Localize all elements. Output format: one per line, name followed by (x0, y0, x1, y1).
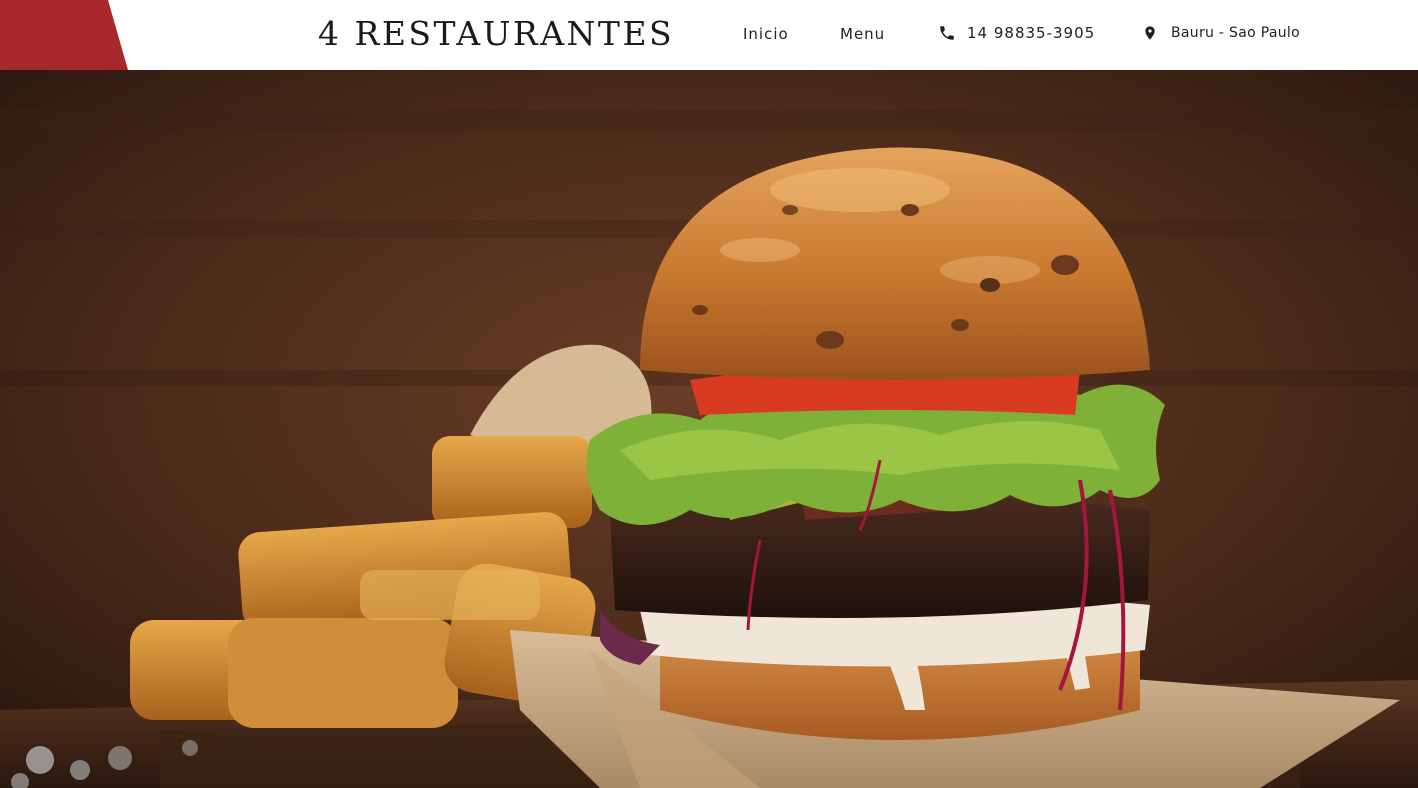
contact-phone[interactable]: 14 98835-3905 (938, 22, 1095, 44)
hero-burger-image (0, 70, 1418, 788)
site-logo-text[interactable]: 4 RESTAURANTES (318, 12, 674, 56)
phone-number: 14 98835-3905 (967, 24, 1096, 42)
nav-link-menu[interactable]: Menu (840, 24, 885, 44)
nav-link-inicio[interactable]: Inicio (743, 24, 789, 44)
phone-icon (938, 24, 956, 42)
map-pin-icon (1142, 24, 1160, 42)
contact-location[interactable]: Bauru - Sao Paulo (1142, 22, 1300, 44)
site-header: 4 RESTAURANTES Inicio Menu 14 98835-3905… (0, 0, 1418, 70)
location-text: Bauru - Sao Paulo (1171, 25, 1300, 41)
brand-accent-shape (0, 0, 128, 70)
